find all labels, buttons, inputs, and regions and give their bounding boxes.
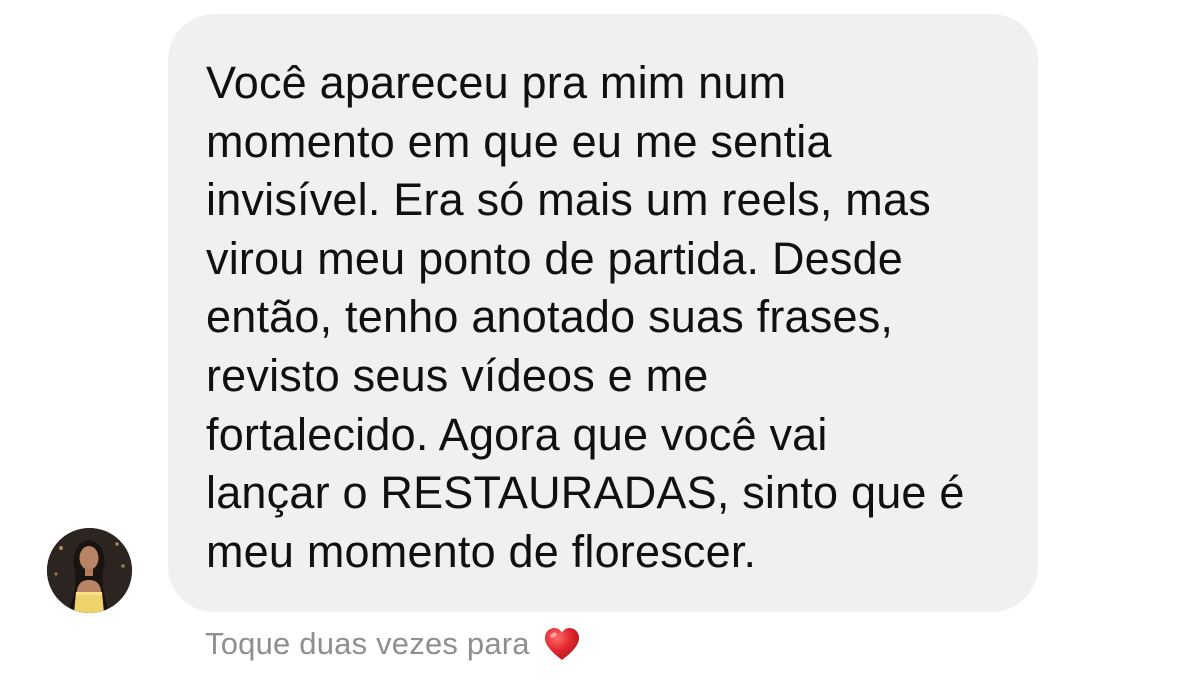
message-text: Você apareceu pra mim num momento em que…	[206, 57, 965, 577]
double-tap-reaction-hint: Toque duas vezes para	[205, 622, 582, 666]
profile-photo-icon	[47, 528, 132, 613]
heart-icon[interactable]	[542, 624, 582, 664]
message-bubble[interactable]: Você apareceu pra mim num momento em que…	[168, 14, 1038, 612]
received-message-row: Você apareceu pra mim num momento em que…	[0, 0, 1179, 681]
sender-avatar[interactable]	[47, 528, 132, 613]
reaction-hint-label: Toque duas vezes para	[205, 626, 530, 661]
dm-thread: Você apareceu pra mim num momento em que…	[0, 0, 1179, 681]
